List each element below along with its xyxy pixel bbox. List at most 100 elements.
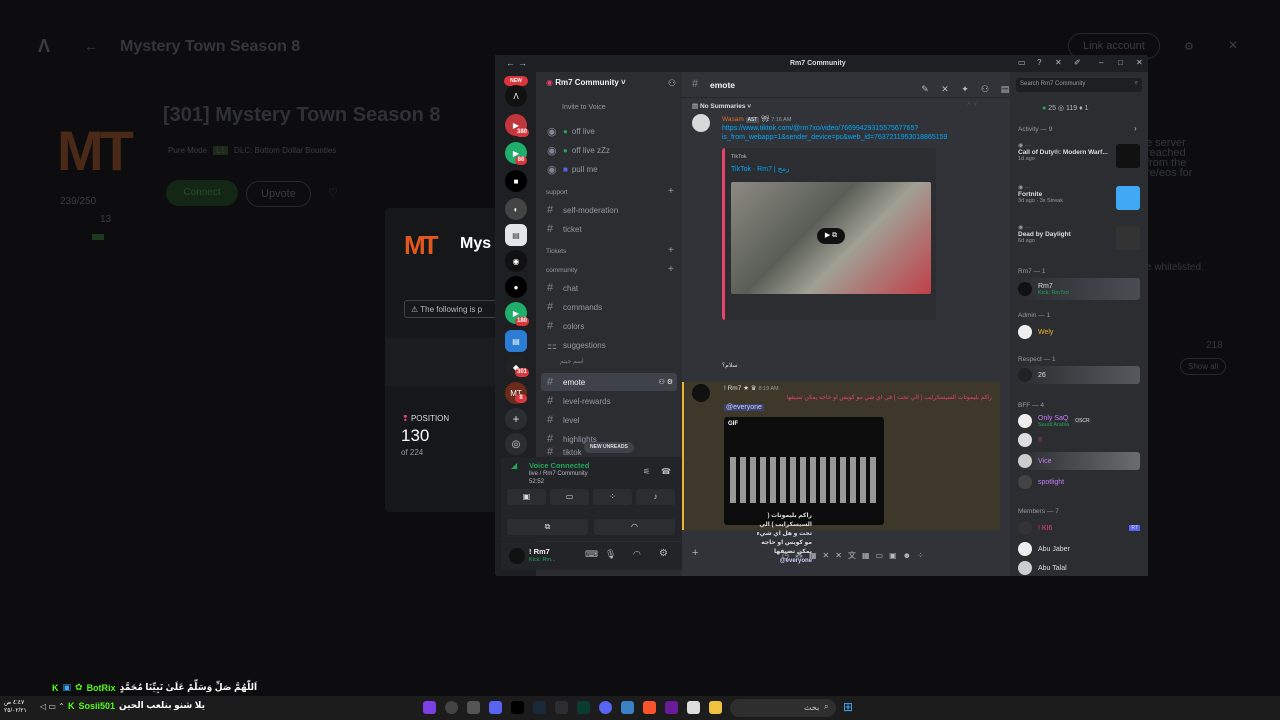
gif-icon[interactable]: ▭ bbox=[876, 551, 890, 560]
member-spotlight[interactable]: spotlight bbox=[1018, 474, 1140, 490]
category-tickets[interactable]: Tickets bbox=[546, 248, 566, 255]
mic-icon[interactable]: 🎙︎ bbox=[605, 549, 616, 560]
app-icon[interactable] bbox=[467, 701, 480, 714]
translate-icon[interactable]: 文 bbox=[848, 551, 862, 560]
category-support[interactable]: support bbox=[546, 189, 568, 196]
channel-suggestions[interactable]: ⚏ suggestions bbox=[541, 336, 677, 354]
timer-icon[interactable]: ◷ bbox=[782, 551, 795, 560]
channel-commands[interactable]: # commands bbox=[541, 298, 677, 316]
inbox-icon[interactable]: ▭ bbox=[1018, 58, 1026, 67]
no-image-icon[interactable]: ✕ bbox=[835, 551, 848, 560]
avatar[interactable] bbox=[692, 114, 710, 132]
app-icon[interactable] bbox=[445, 701, 458, 714]
screen-share-icon[interactable]: ▭ bbox=[550, 489, 589, 505]
add-channel-icon[interactable]: + bbox=[668, 186, 674, 197]
app-icon[interactable] bbox=[577, 701, 590, 714]
activity-card[interactable]: ◉ ··· Call of Duty®: Modern Warf... 1d ago bbox=[1018, 142, 1140, 172]
member-only-saq[interactable]: Only SaQ Saudi Arabia OSCR bbox=[1018, 412, 1140, 430]
member-rm7[interactable]: Rm7 Kick: Rm7xo bbox=[1018, 278, 1140, 300]
calendar-icon[interactable]: ▦ bbox=[809, 551, 823, 560]
channel-level-rewards[interactable]: # level-rewards bbox=[541, 392, 677, 410]
help-icon[interactable]: ? bbox=[1037, 58, 1041, 67]
play-icon[interactable]: ▶ ⧉ bbox=[817, 228, 845, 244]
discover-icon[interactable]: ◎ bbox=[505, 433, 527, 455]
server-name[interactable]: ◉ Rm7 Community ˅ bbox=[546, 78, 626, 87]
everyone-mention[interactable]: @everyone bbox=[724, 404, 764, 411]
app-icon[interactable] bbox=[489, 701, 502, 714]
add-channel-icon[interactable]: + bbox=[668, 264, 674, 275]
window-close-icon[interactable]: ✕ bbox=[1136, 58, 1143, 67]
mute-icon[interactable]: ✕ bbox=[823, 551, 836, 560]
forward-icon[interactable]: → bbox=[518, 58, 527, 68]
embed-title[interactable]: TikTok · Rm7 | رمح bbox=[731, 165, 789, 173]
activity-card[interactable]: ◉ ··· Fortnite 3d ago · 3x Streak bbox=[1018, 184, 1140, 214]
member-wely[interactable]: Wely bbox=[1018, 324, 1140, 340]
activities-icon[interactable]: ⁘ bbox=[593, 489, 632, 505]
folder-icon[interactable]: ▤ bbox=[505, 330, 527, 352]
back-icon[interactable]: ← bbox=[506, 58, 515, 68]
soundboard-icon[interactable]: ♪ bbox=[636, 489, 675, 505]
tiktok-icon[interactable] bbox=[511, 701, 524, 714]
folder-icon[interactable] bbox=[709, 701, 722, 714]
summaries-icon[interactable]: ▤ bbox=[1000, 84, 1010, 94]
app-icon[interactable] bbox=[621, 701, 634, 714]
add-server-icon[interactable]: + bbox=[505, 408, 527, 430]
activity-card[interactable]: ◉ ··· Dead by Daylight 6d ago bbox=[1018, 224, 1140, 254]
add-friend-icon[interactable]: ⚇ bbox=[668, 78, 676, 89]
member-abu-talal[interactable]: Abu Talal bbox=[1018, 560, 1140, 576]
pin-window-icon[interactable]: ✐ bbox=[1074, 58, 1081, 67]
app-icon[interactable] bbox=[687, 701, 700, 714]
members-icon[interactable]: ⚇ bbox=[980, 84, 990, 94]
server-icon[interactable]: ■ bbox=[505, 170, 527, 192]
member-vice[interactable]: Vice bbox=[1018, 452, 1140, 470]
member-ki6[interactable]: ! KI6 RT bbox=[1018, 520, 1140, 536]
app-icon[interactable] bbox=[555, 701, 568, 714]
windows-start-icon[interactable]: ⊞ bbox=[843, 700, 853, 714]
steam-icon[interactable] bbox=[533, 701, 546, 714]
user-settings-gear-icon[interactable]: ⚙ bbox=[659, 548, 668, 559]
noise-suppression-icon[interactable]: ⚟ bbox=[643, 467, 650, 476]
show-all-button[interactable]: Show all bbox=[1180, 358, 1227, 375]
member-26[interactable]: 26 bbox=[1018, 366, 1140, 384]
server-icon[interactable]: ◐ bbox=[505, 198, 527, 220]
collapse-icon[interactable]: ˄ ˅ bbox=[967, 101, 977, 108]
headphones-icon[interactable]: ◠ bbox=[633, 549, 641, 560]
close-icon[interactable]: ✕ bbox=[1228, 38, 1238, 52]
voice-user-pull-me[interactable]: ◉ ■ pull me bbox=[541, 160, 677, 178]
clock[interactable]: ٤:٤٧ ص ٢٥/٠٢/٢١ bbox=[4, 699, 27, 715]
back-arrow-icon[interactable]: ← bbox=[84, 38, 98, 54]
notification-icon[interactable]: ✕ bbox=[940, 84, 950, 94]
brave-icon[interactable] bbox=[643, 701, 656, 714]
upvote-button[interactable]: Upvote bbox=[246, 181, 311, 207]
channel-chat[interactable]: # chat bbox=[541, 279, 677, 297]
headset-icon[interactable]: ◠ bbox=[594, 519, 675, 535]
member-abu-jaber[interactable]: Abu Jaber bbox=[1018, 540, 1140, 558]
emoji-icon[interactable]: ☻ bbox=[903, 551, 917, 560]
app-icon[interactable] bbox=[423, 701, 436, 714]
new-unreads-pill[interactable]: NEW UNREADS bbox=[584, 442, 634, 453]
voice-user-off-live[interactable]: ◉ ● off live bbox=[541, 122, 677, 140]
channel-level[interactable]: # level bbox=[541, 411, 677, 429]
voice-user-off-live-zzz[interactable]: ◉ ● off live zZz bbox=[541, 141, 677, 159]
apps-icon[interactable]: ⁂ bbox=[795, 551, 809, 560]
video-thumbnail[interactable]: ▶ ⧉ bbox=[731, 182, 931, 294]
apps-grid-icon[interactable]: ⁘ bbox=[917, 551, 930, 560]
member[interactable]: !! bbox=[1018, 432, 1140, 448]
channel-ticket[interactable]: # ticket bbox=[541, 220, 677, 238]
author-name[interactable]: ! Rm7 bbox=[724, 385, 741, 392]
sticker-icon[interactable]: ▣ bbox=[889, 551, 903, 560]
popout-icon[interactable]: ⧉ bbox=[507, 519, 588, 535]
voice-channel-label[interactable]: live / Rm7 Community bbox=[529, 471, 588, 477]
add-channel-icon[interactable]: + bbox=[668, 245, 674, 256]
add-attachment-icon[interactable]: + bbox=[692, 547, 698, 559]
tools-icon[interactable]: ✕ bbox=[1055, 58, 1062, 67]
discord-icon[interactable] bbox=[599, 701, 612, 714]
channel-self-moderation[interactable]: # self-moderation bbox=[541, 201, 677, 219]
connect-button[interactable]: Connect bbox=[166, 180, 238, 206]
gif-attachment[interactable]: GIF bbox=[724, 417, 884, 525]
avatar[interactable] bbox=[692, 384, 710, 402]
threads-icon[interactable]: ✎ bbox=[920, 84, 930, 94]
camera-icon[interactable]: ▣ bbox=[507, 489, 546, 505]
folder-icon[interactable]: ▤ bbox=[505, 224, 527, 246]
maximize-icon[interactable]: □ bbox=[1118, 58, 1123, 67]
